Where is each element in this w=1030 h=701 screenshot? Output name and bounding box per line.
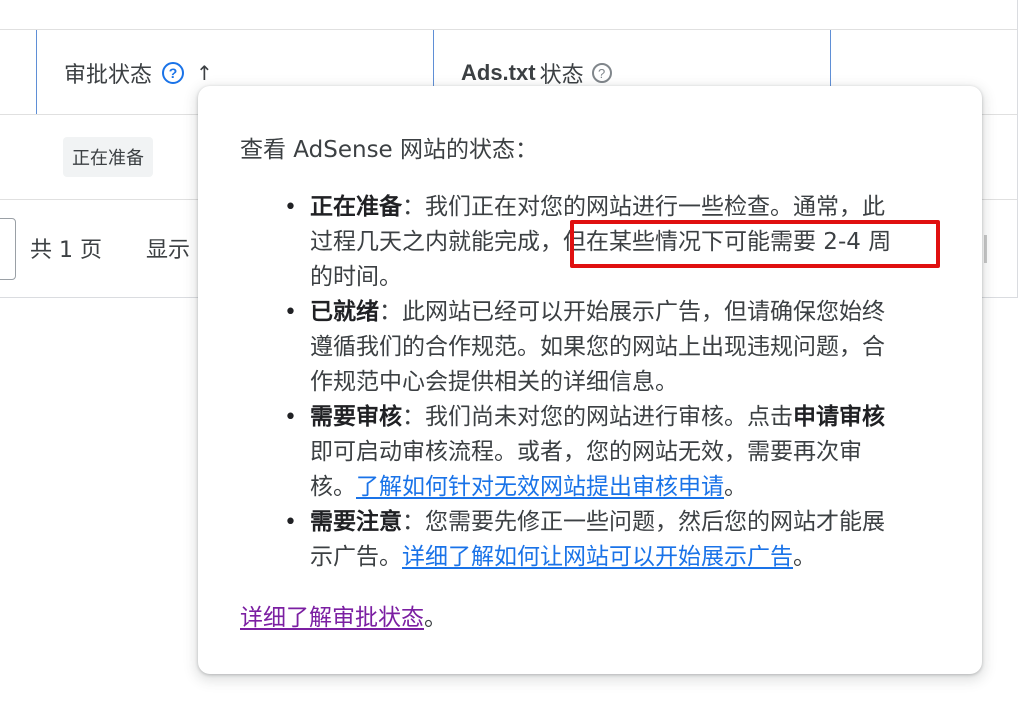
column-header-ads-txt-status[interactable]: Ads.txt 状态 ? xyxy=(461,58,612,88)
show-ads-learn-more-link[interactable]: 详细了解如何让网站可以开始展示广告 xyxy=(402,544,793,570)
status-term: 正在准备 xyxy=(310,194,402,220)
table-border xyxy=(1017,0,1018,298)
page-count: 共 1 页 xyxy=(30,238,102,263)
request-review-term: 申请审核 xyxy=(793,404,885,430)
status-description: 作规范中心会提供相关的详细信息。 xyxy=(310,369,678,395)
approval-status-help-tooltip: 查看 AdSense 网站的状态： • 正在准备：我们正在对您的网站进行一些检查… xyxy=(198,86,982,674)
status-description: 核。 xyxy=(310,474,356,500)
approval-status-learn-more-link[interactable]: 详细了解审批状态 xyxy=(240,605,424,631)
column-header-label: Ads.txt xyxy=(461,60,536,85)
help-circle-icon[interactable]: ? xyxy=(591,63,612,83)
bullet-icon: • xyxy=(284,300,297,325)
status-description: 即可启动审核流程。或者，您的网站无效，需要再次审 xyxy=(310,439,862,465)
status-description: 示广告。 xyxy=(310,544,402,570)
status-description: ：您需要先修正一些问题，然后您的网站才能展 xyxy=(402,509,885,535)
list-item: • 需要注意：您需要先修正一些问题，然后您的网站才能展 示广告。详细了解如何让网… xyxy=(284,505,940,575)
invalid-site-review-link[interactable]: 了解如何针对无效网站提出审核申请 xyxy=(356,474,724,500)
status-term: 已就绪 xyxy=(310,299,379,325)
column-header-label-suffix: 状态 xyxy=(539,63,584,88)
help-circle-icon[interactable]: ? xyxy=(162,62,185,84)
status-description: 遵循我们的合作规范。如果您的网站上出现违规问题，合 xyxy=(310,334,885,360)
column-header-approval-status[interactable]: 审批状态 ? ↑ xyxy=(64,58,213,88)
punctuation: 。 xyxy=(724,474,747,500)
table-divider xyxy=(0,29,1018,30)
punctuation: 。 xyxy=(793,544,816,570)
status-description: ：此网站已经可以开始展示广告，但请确保您始终 xyxy=(379,299,885,325)
list-item: • 正在准备：我们正在对您的网站进行一些检查。通常，此 过程几天之内就能完成，但… xyxy=(284,190,940,295)
column-header-label: 审批状态 xyxy=(64,63,153,88)
tooltip-footer: 详细了解审批状态。 xyxy=(240,598,447,632)
rows-per-page-select[interactable] xyxy=(0,218,16,280)
tooltip-intro: 查看 AdSense 网站的状态： xyxy=(240,137,539,163)
punctuation: 。 xyxy=(424,605,447,631)
status-description: ：我们正在对您的网站进行一些检查。通常，此 xyxy=(402,194,885,220)
highlighted-text: 但在某些情况下可能需要 2-4 周 xyxy=(563,229,892,255)
status-term: 需要注意 xyxy=(310,509,402,535)
status-badge: 正在准备 xyxy=(63,137,153,177)
status-description: ：我们尚未对您的网站进行审核。点击 xyxy=(402,404,793,430)
bullet-icon: • xyxy=(284,405,297,430)
list-item: • 已就绪：此网站已经可以开始展示广告，但请确保您始终 遵循我们的合作规范。如果… xyxy=(284,295,940,400)
status-definition-list: • 正在准备：我们正在对您的网站进行一些检查。通常，此 过程几天之内就能完成，但… xyxy=(284,190,940,575)
bullet-icon: • xyxy=(284,510,297,535)
arrow-up-icon[interactable]: ↑ xyxy=(196,61,213,85)
bullet-icon: • xyxy=(284,195,297,220)
show-rows-label: 显示 xyxy=(146,238,191,263)
status-description: 的时间。 xyxy=(310,264,402,290)
list-item: • 需要审核：我们尚未对您的网站进行审核。点击申请审核 即可启动审核流程。或者，… xyxy=(284,400,940,505)
status-description: 过程几天之内就能完成， xyxy=(310,229,563,255)
status-term: 需要审核 xyxy=(310,404,402,430)
column-resize-handle[interactable] xyxy=(36,30,37,114)
pagination-control[interactable] xyxy=(984,235,987,263)
